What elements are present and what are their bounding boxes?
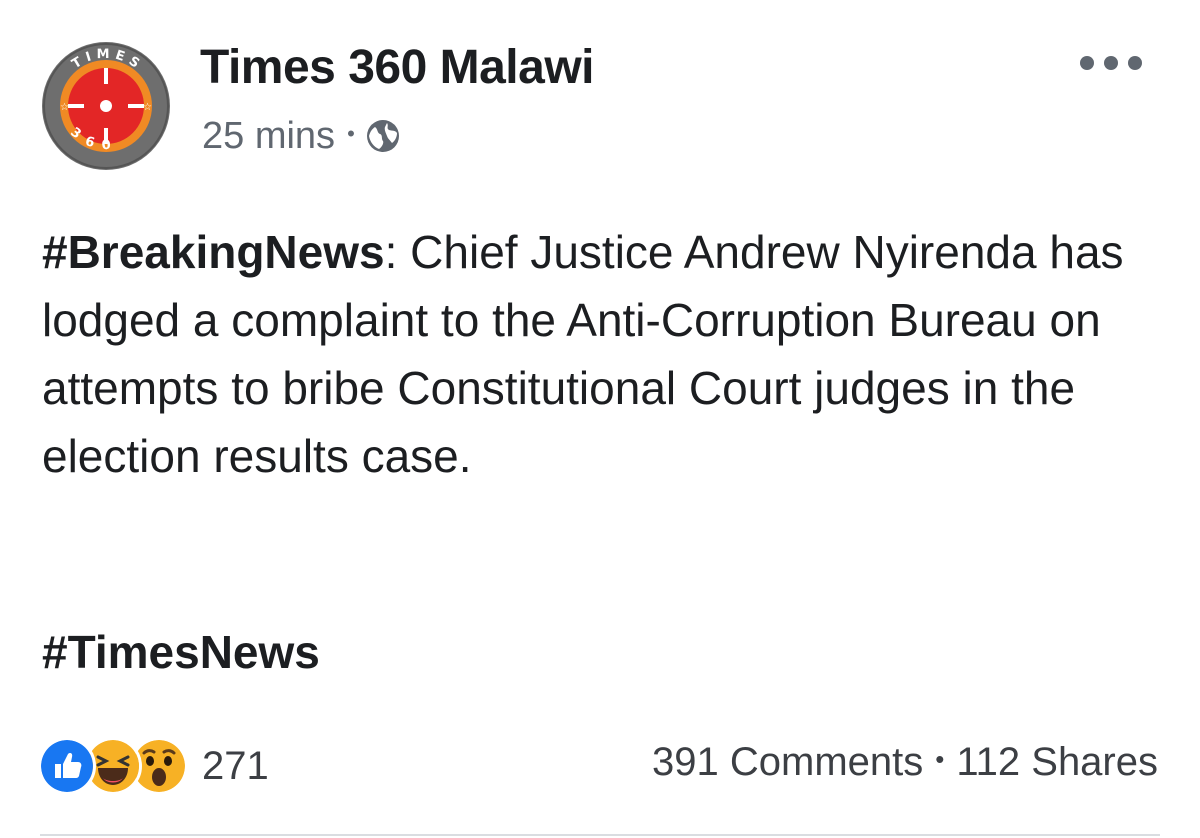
svg-text:☆: ☆ bbox=[60, 102, 69, 113]
reaction-count: 271 bbox=[202, 743, 269, 788]
more-options-button[interactable] bbox=[1080, 46, 1142, 80]
post-meta: 25 mins • bbox=[202, 113, 401, 159]
like-icon bbox=[38, 737, 96, 795]
hashtag-breakingnews[interactable]: #BreakingNews bbox=[42, 226, 385, 278]
post-stats: 391 Comments • 112 Shares bbox=[652, 740, 1158, 785]
more-dot bbox=[1080, 56, 1094, 70]
reactions-summary[interactable]: 271 bbox=[38, 735, 269, 797]
page-name-link[interactable]: Times 360 Malawi bbox=[200, 40, 595, 95]
more-dot bbox=[1104, 56, 1118, 70]
post-body: #BreakingNews: Chief Justice Andrew Nyir… bbox=[42, 218, 1162, 490]
times-360-logo: ☆ ☆ TIMES 360 bbox=[42, 42, 170, 170]
page-avatar-logo[interactable]: ☆ ☆ TIMES 360 bbox=[40, 40, 172, 172]
meta-separator: • bbox=[347, 121, 355, 146]
divider bbox=[40, 834, 1160, 836]
more-dot bbox=[1128, 56, 1142, 70]
shares-count-link[interactable]: 112 Shares bbox=[956, 740, 1158, 785]
hashtag-timesnews[interactable]: #TimesNews bbox=[42, 618, 320, 686]
facebook-post: ☆ ☆ TIMES 360 Times 360 Malawi 25 mins •… bbox=[0, 0, 1200, 838]
comments-count-link[interactable]: 391 Comments bbox=[652, 740, 923, 785]
globe-icon[interactable] bbox=[365, 118, 401, 154]
svg-text:☆: ☆ bbox=[143, 102, 152, 113]
post-timestamp[interactable]: 25 mins bbox=[202, 115, 335, 158]
stats-separator: • bbox=[935, 744, 945, 774]
